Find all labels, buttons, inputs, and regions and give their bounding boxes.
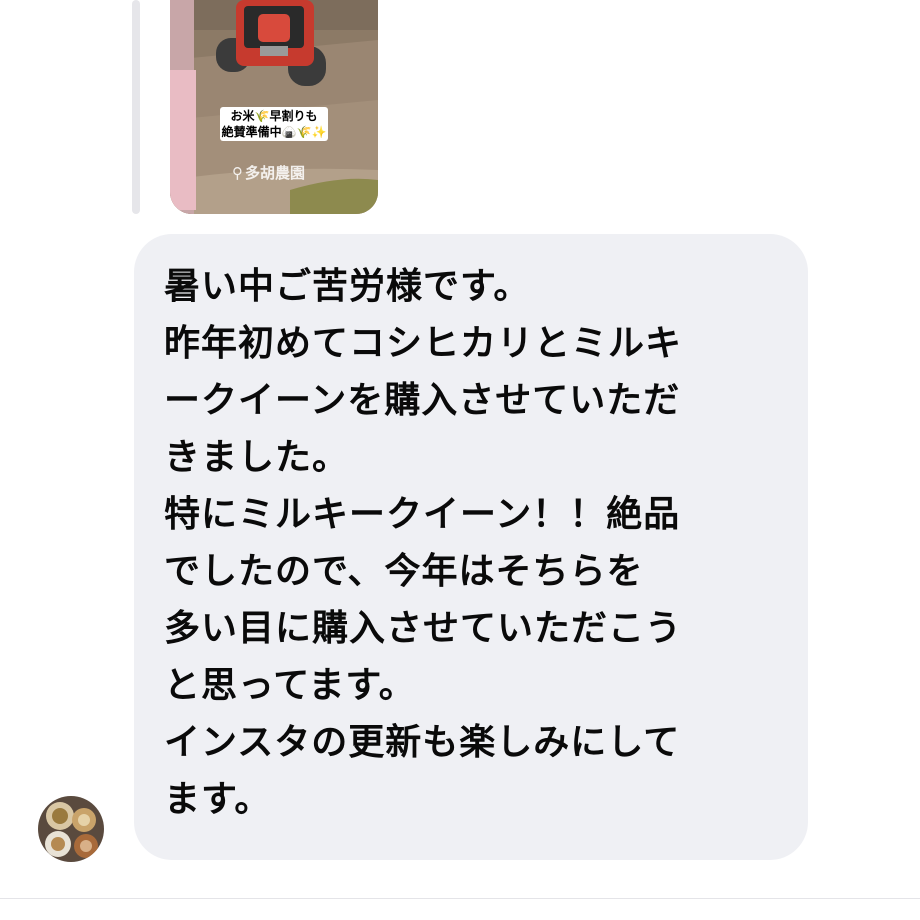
message-bubble[interactable]: 暑い中ご苦労様です。 昨年初めてコシヒカリとミルキ ークイーンを購入させていただ…: [134, 234, 808, 860]
message-line: でしたので、今年はそちらを: [164, 551, 644, 592]
message-line: ます。: [164, 779, 272, 820]
food-avatar-image: [38, 796, 104, 862]
message-line: 暑い中ご苦労様です。: [164, 266, 531, 307]
story-caption-badge: お米🌾早割りも 絶賛準備中🍙🌾✨: [220, 107, 328, 141]
message-line: と思ってます。: [164, 665, 416, 706]
message-line: 特にミルキークイーン！！絶品: [164, 494, 681, 535]
story-reply-thumbnail[interactable]: お米🌾早割りも 絶賛準備中🍙🌾✨ ⚲ 多胡農園: [170, 0, 378, 214]
location-pin-icon: ⚲: [232, 164, 243, 182]
message-line: きました。: [164, 437, 350, 478]
message-line: 昨年初めてコシヒカリとミルキ: [164, 323, 683, 364]
message-line: 多い目に購入させていただこう: [164, 608, 683, 649]
story-caption-line1: お米🌾早割りも: [230, 109, 318, 123]
story-location-tag: ⚲ 多胡農園: [232, 162, 305, 183]
story-caption-line2: 絶賛準備中🍙🌾✨: [221, 125, 327, 139]
message-line: インスタの更新も楽しみにして: [164, 722, 681, 763]
message-line: ークイーンを購入させていただ: [164, 380, 681, 421]
bottom-divider: [0, 898, 920, 899]
sender-avatar[interactable]: [38, 796, 104, 862]
story-location-text: 多胡農園: [245, 164, 306, 182]
reply-quote-bar: [132, 0, 140, 214]
